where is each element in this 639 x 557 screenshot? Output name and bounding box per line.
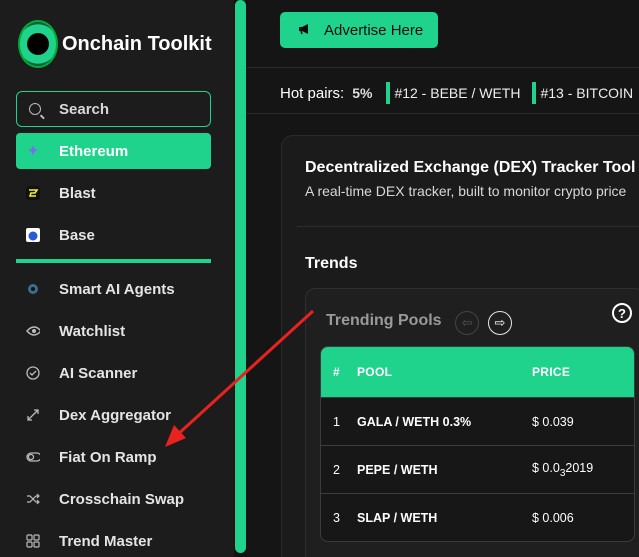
annotation-arrow xyxy=(165,309,315,447)
